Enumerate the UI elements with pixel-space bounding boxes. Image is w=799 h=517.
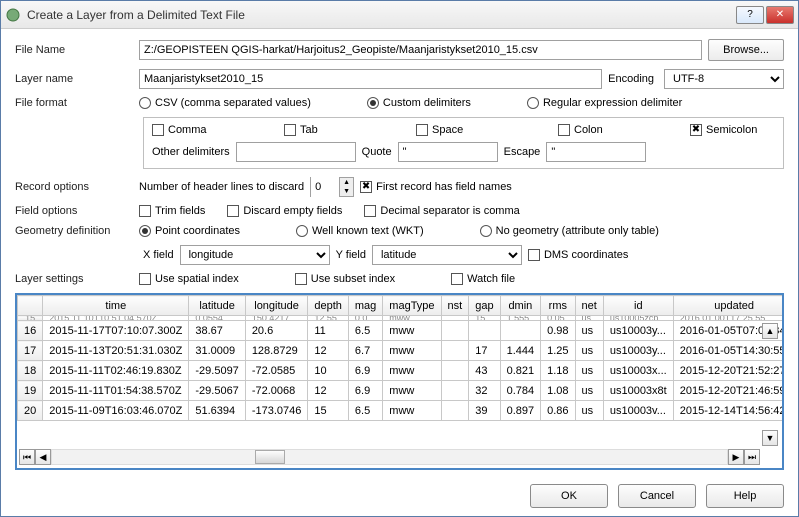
field-options-label: Field options <box>15 205 133 217</box>
watch-file-check[interactable]: Watch file <box>451 273 515 285</box>
layername-row: Layer name Encoding UTF-8 <box>15 69 784 89</box>
yfield-label: Y field <box>336 249 366 261</box>
geometry-row: Geometry definition Point coordinates We… <box>15 225 784 237</box>
vertical-scrollbar[interactable]: ▲ ▼ <box>762 323 778 446</box>
dialog-content: File Name Browse... Layer name Encoding … <box>1 29 798 516</box>
point-radio[interactable]: Point coordinates <box>139 225 240 237</box>
column-header[interactable]: nst <box>441 296 469 316</box>
xy-row: X field longitude Y field latitude DMS c… <box>143 245 784 265</box>
preview-table-container: timelatitudelongitudedepthmagmagTypenstg… <box>15 293 784 470</box>
other-delimiters-input[interactable] <box>236 142 356 162</box>
column-header[interactable]: gap <box>469 296 500 316</box>
record-options-label: Record options <box>15 181 133 193</box>
semicolon-check[interactable]: ✖Semicolon <box>690 124 757 136</box>
preview-table: timelatitudelongitudedepthmagmagTypenstg… <box>17 295 782 421</box>
spin-up[interactable]: ▲ <box>339 178 353 187</box>
filename-row: File Name Browse... <box>15 39 784 61</box>
scroll-first-icon[interactable]: ⏮ <box>19 449 35 465</box>
header-lines-spinner[interactable]: ▲▼ <box>310 177 354 197</box>
geometry-label: Geometry definition <box>15 225 133 237</box>
encoding-label: Encoding <box>608 73 654 85</box>
close-titlebar-button[interactable]: ✕ <box>766 6 794 24</box>
column-header[interactable]: updated <box>673 296 782 316</box>
column-header[interactable]: mag <box>348 296 382 316</box>
column-header[interactable]: depth <box>308 296 349 316</box>
dialog-buttons: OK Cancel Help <box>15 478 784 508</box>
scroll-thumb[interactable] <box>255 450 285 464</box>
table-row[interactable]: 172015-11-13T20:51:31.030Z31.0009128.872… <box>18 341 783 361</box>
browse-button[interactable]: Browse... <box>708 39 784 61</box>
comma-check[interactable]: Comma <box>152 124 262 136</box>
scroll-down-icon[interactable]: ▼ <box>762 430 778 446</box>
column-header[interactable]: time <box>43 296 189 316</box>
trim-check[interactable]: Trim fields <box>139 205 205 217</box>
scroll-left-icon[interactable]: ◀ <box>35 449 51 465</box>
table-row[interactable]: 182015-11-11T02:46:19.830Z-29.5097-72.05… <box>18 361 783 381</box>
subset-index-check[interactable]: Use subset index <box>295 273 395 285</box>
spatial-index-check[interactable]: Use spatial index <box>139 273 239 285</box>
field-options-row: Field options Trim fields Discard empty … <box>15 205 784 217</box>
csv-radio[interactable]: CSV (comma separated values) <box>139 97 311 109</box>
column-header[interactable]: latitude <box>189 296 245 316</box>
first-record-check[interactable]: ✖First record has field names <box>360 181 512 193</box>
delimiter-box: Comma Tab Space Colon ✖Semicolon Other d… <box>143 117 784 169</box>
column-header[interactable]: rms <box>541 296 575 316</box>
layername-input[interactable] <box>139 69 602 89</box>
encoding-select[interactable]: UTF-8 <box>664 69 784 89</box>
help-button[interactable]: Help <box>706 484 784 508</box>
dms-check[interactable]: DMS coordinates <box>528 249 628 261</box>
xfield-select[interactable]: longitude <box>180 245 330 265</box>
scroll-right-icon[interactable]: ▶ <box>728 449 744 465</box>
dialog-window: Create a Layer from a Delimited Text Fil… <box>0 0 799 517</box>
colon-check[interactable]: Colon <box>558 124 668 136</box>
layername-label: Layer name <box>15 73 133 85</box>
scroll-last-icon[interactable]: ⏭ <box>744 449 760 465</box>
nogeom-radio[interactable]: No geometry (attribute only table) <box>480 225 659 237</box>
regex-radio[interactable]: Regular expression delimiter <box>527 97 682 109</box>
column-header[interactable]: magType <box>383 296 441 316</box>
table-row[interactable]: 162015-11-17T07:10:07.300Z38.6720.6116.5… <box>18 321 783 341</box>
record-options-row: Record options Number of header lines to… <box>15 177 784 197</box>
spin-down[interactable]: ▼ <box>339 187 353 196</box>
table-row[interactable]: 202015-11-09T16:03:46.070Z51.6394-173.07… <box>18 401 783 421</box>
other-delimiters-label: Other delimiters <box>152 146 230 158</box>
quote-input[interactable] <box>398 142 498 162</box>
table-row[interactable]: 192015-11-11T01:54:38.570Z-29.5067-72.00… <box>18 381 783 401</box>
layer-settings-label: Layer settings <box>15 273 133 285</box>
xfield-label: X field <box>143 249 174 261</box>
custom-delimiters-radio[interactable]: Custom delimiters <box>367 97 471 109</box>
filename-input[interactable] <box>139 40 702 60</box>
scroll-up-icon[interactable]: ▲ <box>762 323 778 339</box>
filename-label: File Name <box>15 44 133 56</box>
column-header[interactable]: id <box>603 296 673 316</box>
yfield-select[interactable]: latitude <box>372 245 522 265</box>
column-header[interactable]: net <box>575 296 603 316</box>
escape-label: Escape <box>504 146 541 158</box>
column-header[interactable] <box>18 296 43 316</box>
quote-label: Quote <box>362 146 392 158</box>
layer-settings-row: Layer settings Use spatial index Use sub… <box>15 273 784 285</box>
help-titlebar-button[interactable]: ? <box>736 6 764 24</box>
space-check[interactable]: Space <box>416 124 536 136</box>
cancel-button[interactable]: Cancel <box>618 484 696 508</box>
horizontal-scrollbar[interactable]: ⏮◀ ▶⏭ <box>19 449 760 465</box>
column-header[interactable]: longitude <box>245 296 308 316</box>
titlebar: Create a Layer from a Delimited Text Fil… <box>1 1 798 29</box>
decimal-comma-check[interactable]: Decimal separator is comma <box>364 205 519 217</box>
app-icon <box>5 7 21 23</box>
column-header[interactable]: dmin <box>500 296 541 316</box>
fileformat-label: File format <box>15 97 133 109</box>
discard-empty-check[interactable]: Discard empty fields <box>227 205 342 217</box>
tab-check[interactable]: Tab <box>284 124 394 136</box>
header-lines-label: Number of header lines to discard <box>139 181 304 193</box>
fileformat-row: File format CSV (comma separated values)… <box>15 97 784 109</box>
escape-input[interactable] <box>546 142 646 162</box>
window-title: Create a Layer from a Delimited Text Fil… <box>27 8 734 22</box>
ok-button[interactable]: OK <box>530 484 608 508</box>
wkt-radio[interactable]: Well known text (WKT) <box>296 225 424 237</box>
